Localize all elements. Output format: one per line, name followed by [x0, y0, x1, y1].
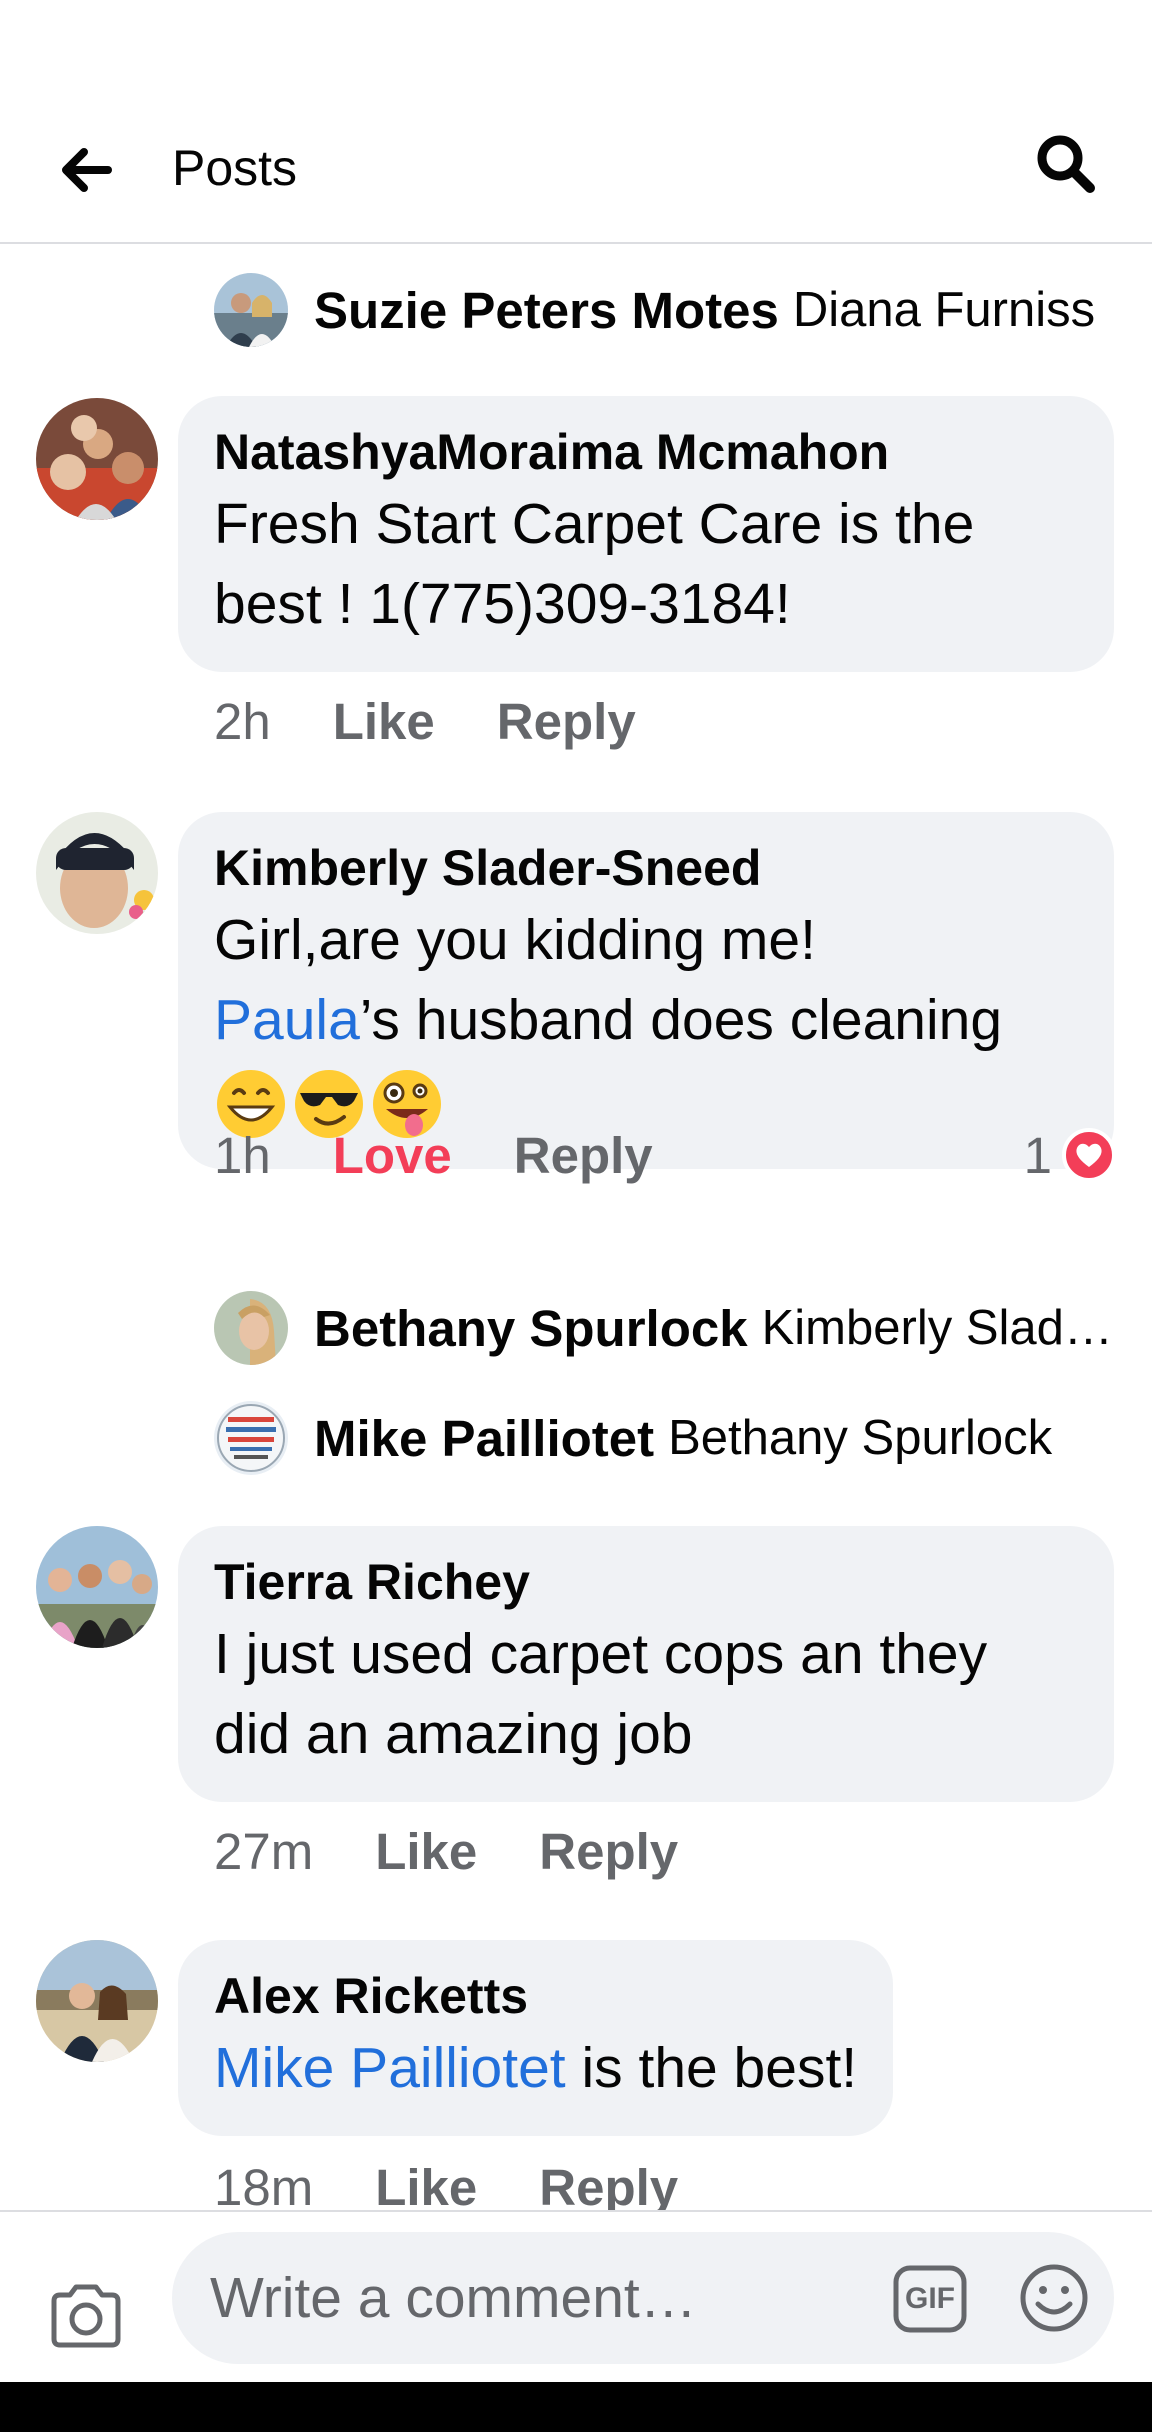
camera-icon [51, 2284, 121, 2348]
like-button[interactable]: Like [333, 692, 435, 751]
comment-text: Girl,are you kidding me! Paula’s husband… [214, 900, 1078, 1141]
top-app-bar: Posts [0, 96, 1152, 244]
avatar[interactable] [214, 1291, 288, 1365]
page-title: Posts [172, 140, 298, 196]
reply-preview-row[interactable]: Bethany Spurlock Kimberly Slader-Sneed [214, 1288, 1114, 1368]
comment-actions: 27m Like Reply [214, 1816, 678, 1886]
reply-preview-text: Bethany Spurlock [668, 1411, 1053, 1465]
comment-composer: GIF [0, 2210, 1152, 2382]
search-icon [1037, 135, 1095, 193]
avatar[interactable] [214, 273, 288, 347]
comment-text: I just used carpet cops an they did an a… [214, 1622, 988, 1766]
reply-author[interactable]: Bethany Spurlock [314, 1299, 748, 1358]
avatar[interactable] [36, 1940, 158, 2062]
like-button[interactable]: Like [375, 1822, 477, 1881]
reaction-summary[interactable]: 1 [1024, 1120, 1116, 1190]
comment-bubble[interactable]: Kimberly Slader-Sneed Girl,are you kiddi… [178, 812, 1114, 1169]
comment-text-part: Girl,are you kidding me! [214, 908, 816, 972]
camera-button[interactable] [44, 2274, 128, 2358]
mention-link[interactable]: Mike Pailliotet [214, 2036, 566, 2100]
smiley-icon [1020, 2264, 1088, 2332]
comment-bubble[interactable]: Alex Ricketts Mike Pailliotet is the bes… [178, 1940, 894, 2136]
comment-text: Mike Pailliotet is the best! [214, 2028, 857, 2108]
comment-bubble[interactable]: NatashyaMoraima Mcmahon Fresh Start Carp… [178, 396, 1114, 672]
back-button[interactable] [48, 132, 124, 208]
comment-actions: 18m Like Reply [214, 2152, 678, 2211]
comment-timestamp[interactable]: 18m [214, 2158, 313, 2211]
comment-author[interactable]: Kimberly Slader-Sneed [214, 838, 1078, 898]
reply-author[interactable]: Suzie Peters Motes [314, 281, 779, 340]
avatar[interactable] [36, 398, 158, 520]
comment-author[interactable]: NatashyaMoraima Mcmahon [214, 422, 1078, 482]
reply-preview-row[interactable]: Mike Pailliotet Bethany Spurlock [214, 1398, 1114, 1478]
comment-text: Fresh Start Carpet Care is the best ! 1(… [214, 492, 975, 636]
comment-timestamp[interactable]: 2h [214, 692, 271, 751]
comment-author[interactable]: Tierra Richey [214, 1552, 1078, 1612]
comment-actions: 2h Like Reply [214, 686, 636, 756]
system-navigation-bar [0, 2382, 1152, 2432]
comment-text-part: is the best! [565, 2036, 858, 2100]
like-button[interactable]: Like [375, 2158, 477, 2211]
reply-button[interactable]: Reply [497, 692, 636, 751]
reply-preview-row[interactable]: Suzie Peters Motes Diana Furniss [214, 270, 1114, 350]
search-button[interactable] [1028, 126, 1104, 202]
gif-label: GIF [905, 2282, 955, 2315]
reply-button[interactable]: Reply [514, 1126, 653, 1185]
avatar[interactable] [36, 812, 158, 934]
mention-link[interactable]: Paula [214, 988, 360, 1052]
comment-author[interactable]: Alex Ricketts [214, 1966, 857, 2026]
arrow-left-icon [62, 148, 112, 192]
comment-input[interactable] [172, 2232, 1114, 2364]
comment-timestamp[interactable]: 1h [214, 1126, 271, 1185]
avatar[interactable] [36, 1526, 158, 1648]
gif-button[interactable]: GIF [892, 2264, 968, 2334]
reply-preview-text: Diana Furniss [792, 283, 1096, 337]
reaction-count: 1 [1023, 1126, 1052, 1184]
heart-icon [1062, 1128, 1116, 1182]
comment-actions: 1h Love Reply [214, 1120, 653, 1190]
comment-timestamp[interactable]: 27m [214, 1822, 313, 1881]
reply-button[interactable]: Reply [539, 2158, 678, 2211]
avatar[interactable] [214, 1401, 288, 1475]
status-bar-area [0, 0, 1152, 96]
reply-author[interactable]: Mike Pailliotet [314, 1409, 654, 1468]
reply-button[interactable]: Reply [539, 1822, 678, 1881]
comments-feed[interactable]: Suzie Peters Motes Diana Furniss Natashy… [0, 246, 1152, 2210]
comment-bubble[interactable]: Tierra Richey I just used carpet cops an… [178, 1526, 1114, 1802]
emoji-picker-button[interactable] [1018, 2262, 1090, 2334]
comment-text-part: ’s husband does cleaning [359, 988, 1003, 1052]
reply-preview-text: Kimberly Slader-Sneed [761, 1301, 1114, 1355]
love-reaction-button[interactable]: Love [333, 1126, 452, 1185]
